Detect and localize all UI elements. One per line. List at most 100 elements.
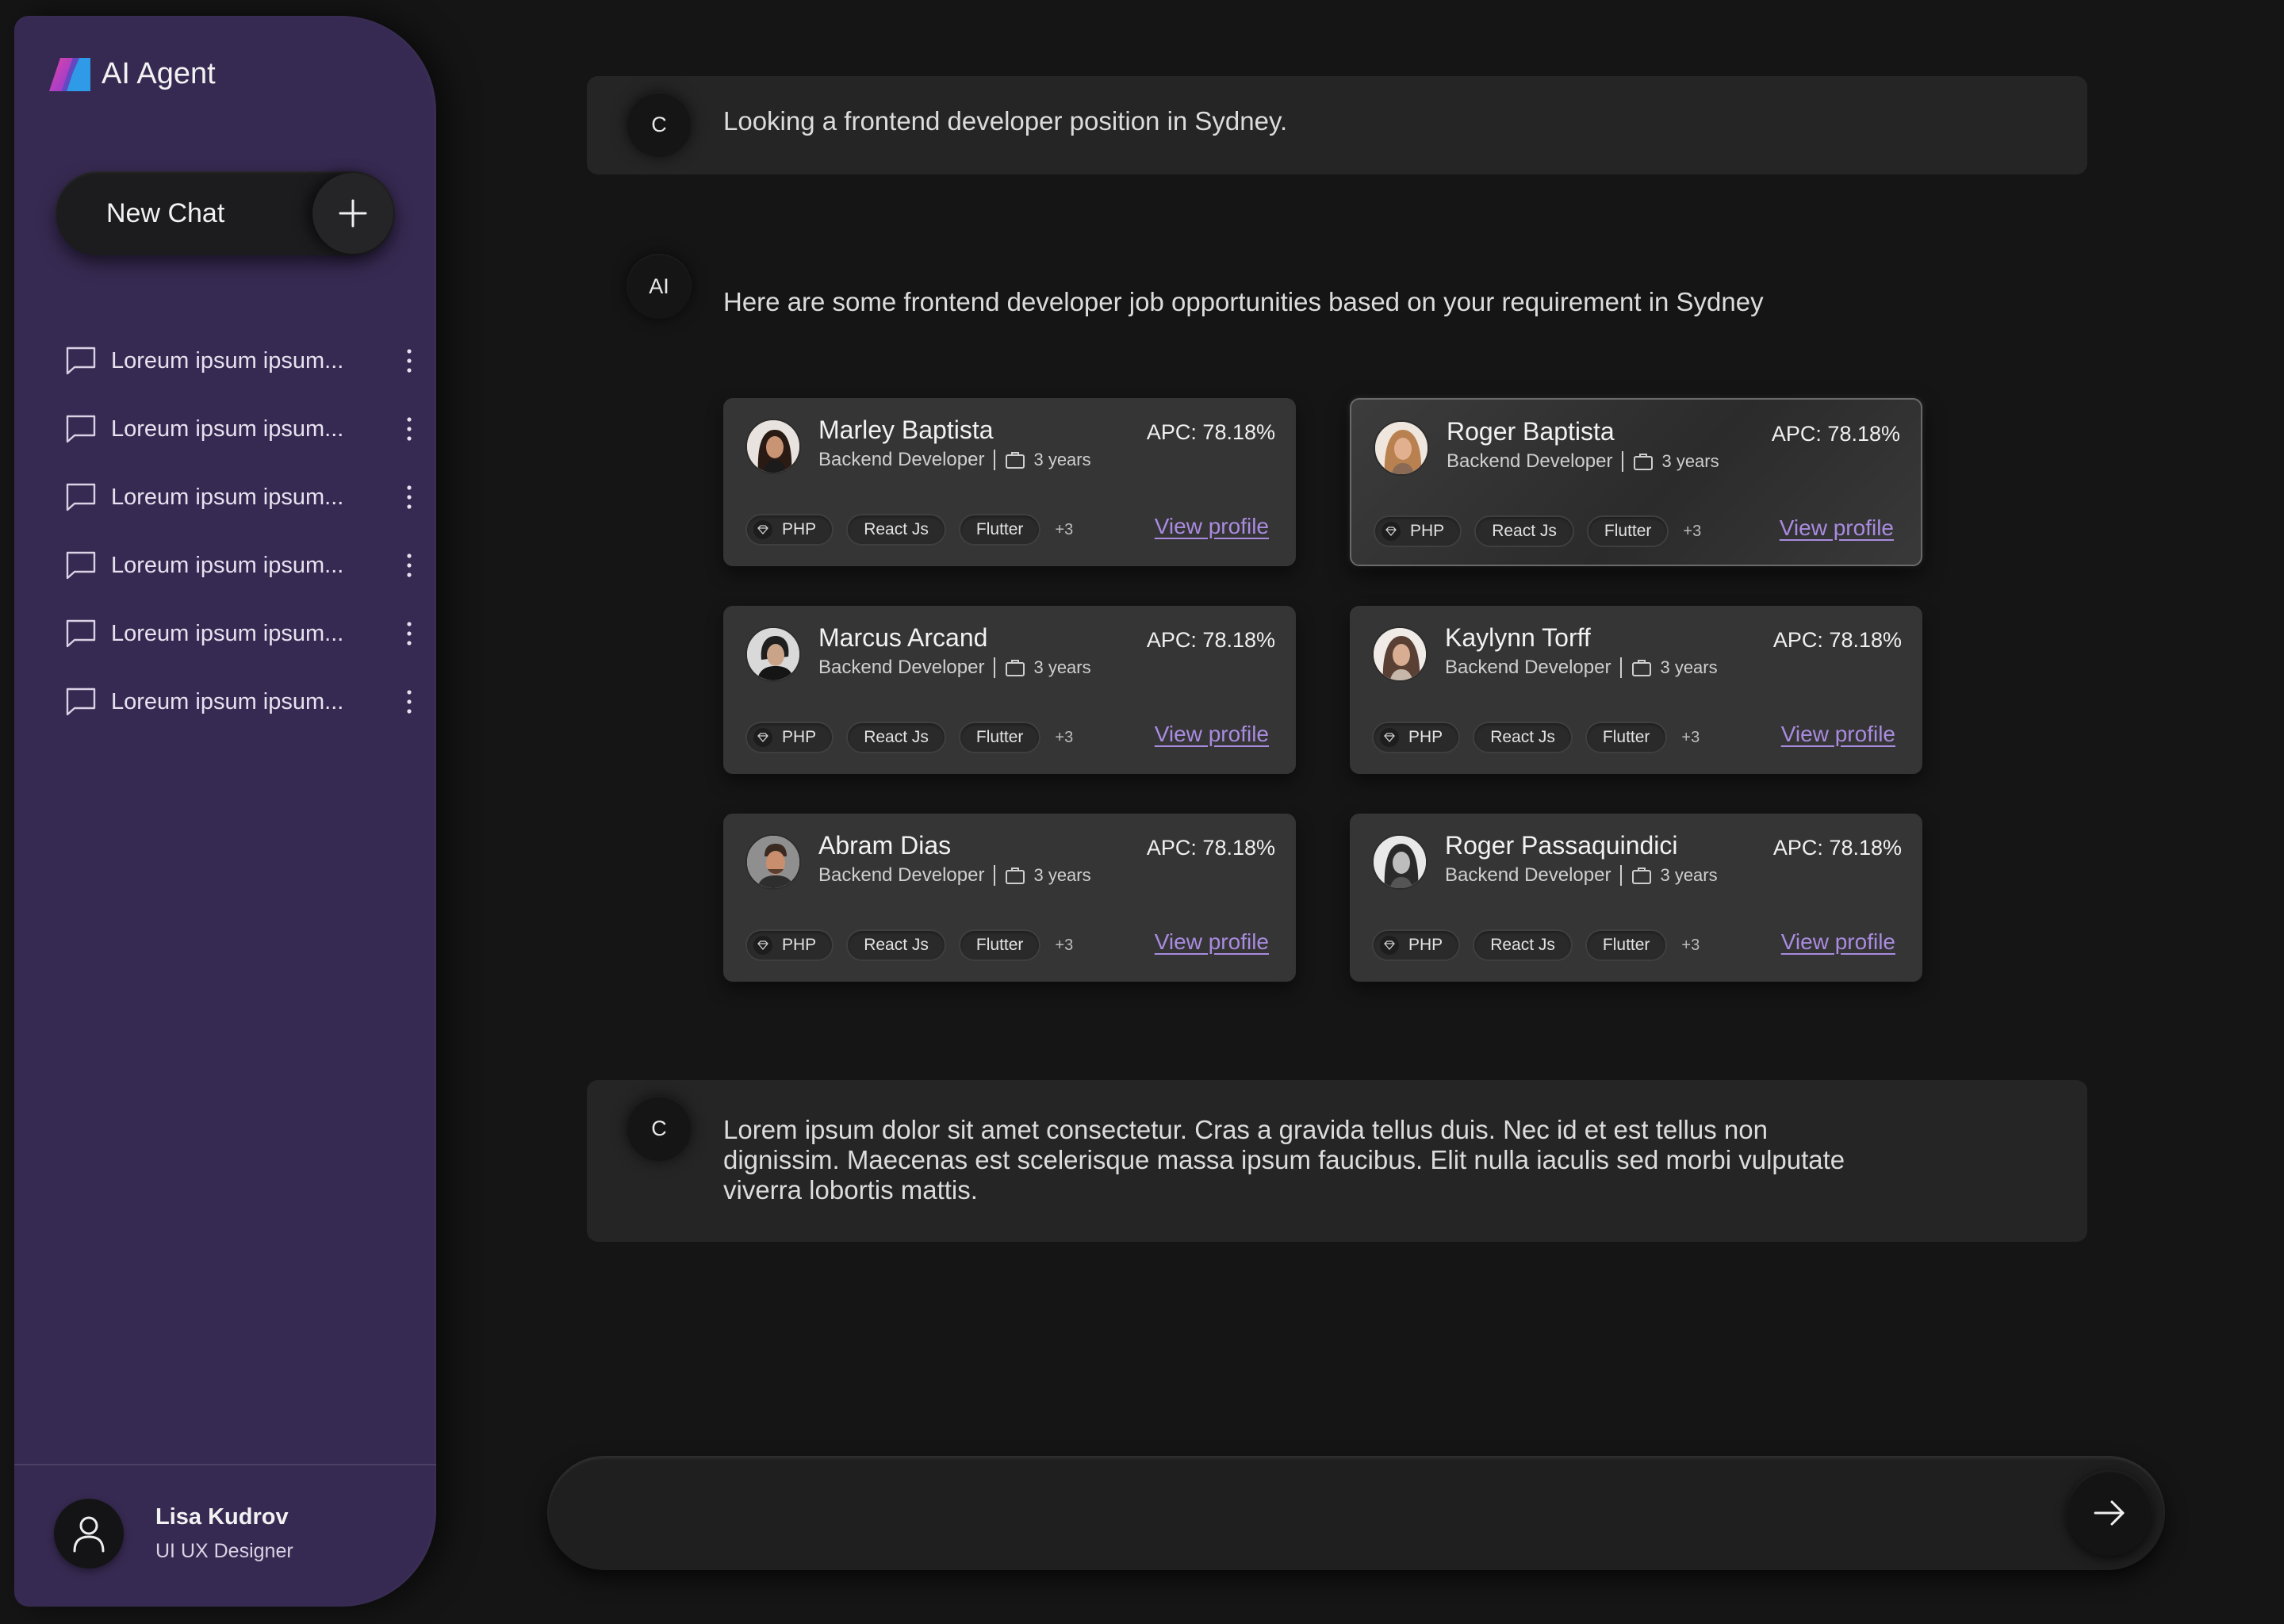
skill-tag[interactable]: PHP (745, 722, 834, 753)
more-vertical-icon[interactable] (397, 412, 422, 446)
candidate-apc: APC: 78.18% (1771, 422, 1900, 446)
skill-tag-label: React Js (864, 936, 929, 954)
candidate-card[interactable]: Marley Baptista Backend Developer 3 year… (723, 398, 1296, 566)
candidate-card[interactable]: Marcus Arcand Backend Developer 3 years … (723, 606, 1296, 774)
skill-tag-label: React Js (864, 520, 929, 538)
candidate-role: Backend Developer (1445, 864, 1611, 886)
skill-tag-label: PHP (782, 728, 817, 746)
candidate-experience: 3 years (1661, 451, 1719, 471)
view-profile-link[interactable]: View profile (1780, 515, 1894, 541)
skill-tag-label: React Js (1490, 936, 1555, 954)
skill-tag-label: Flutter (1604, 522, 1652, 540)
view-profile-link[interactable]: View profile (1155, 514, 1269, 539)
candidate-meta: Backend Developer 3 years (1445, 657, 1718, 679)
candidate-apc: APC: 78.18% (1146, 836, 1275, 860)
candidate-meta: Backend Developer 3 years (1445, 864, 1718, 887)
sidebar: AI Agent New Chat Loreum ipsum ipsum... … (14, 16, 436, 1607)
skill-tag[interactable]: Flutter (958, 929, 1041, 961)
skill-tag[interactable]: PHP (1372, 929, 1461, 961)
chat-bubble-icon (66, 347, 96, 375)
chat-history-item[interactable]: Loreum ipsum ipsum... (49, 668, 422, 736)
view-profile-link[interactable]: View profile (1155, 722, 1269, 747)
ai-message: AI Here are some frontend developer job … (587, 254, 2087, 349)
skill-tag-label: Flutter (975, 728, 1024, 746)
skill-tag[interactable]: React Js (1474, 515, 1574, 547)
more-vertical-icon[interactable] (397, 684, 422, 719)
skill-tag-label: Flutter (975, 520, 1024, 538)
app-logo-icon (49, 57, 90, 91)
briefcase-icon (1632, 660, 1652, 676)
candidate-avatar (1372, 834, 1428, 890)
skill-tag[interactable]: React Js (846, 514, 946, 546)
skill-tag[interactable]: Flutter (1586, 515, 1669, 547)
skill-tags: PHP React Js Flutter +3 (1372, 722, 1700, 753)
new-chat-button[interactable]: New Chat (56, 171, 395, 255)
skill-tag[interactable]: Flutter (958, 722, 1041, 753)
candidate-experience: 3 years (1033, 865, 1091, 885)
view-profile-link[interactable]: View profile (1781, 929, 1895, 955)
skill-tag[interactable]: Flutter (1585, 929, 1668, 961)
skill-tag[interactable]: PHP (1372, 722, 1461, 753)
meta-divider (994, 865, 996, 886)
arrow-right-icon (2094, 1500, 2125, 1526)
user-message: C Looking a frontend developer position … (587, 76, 2087, 174)
chat-history-item[interactable]: Loreum ipsum ipsum... (49, 395, 422, 463)
view-profile-link[interactable]: View profile (1155, 929, 1269, 955)
skill-tag[interactable]: React Js (1473, 929, 1573, 961)
skill-tag[interactable]: Flutter (1585, 722, 1668, 753)
chat-bubble-icon (66, 415, 96, 443)
candidate-card[interactable]: Abram Dias Backend Developer 3 years APC… (723, 814, 1296, 982)
candidate-avatar (745, 626, 801, 682)
candidate-name: Roger Baptista (1447, 417, 1615, 446)
candidate-name: Abram Dias (818, 831, 952, 860)
candidate-card[interactable]: Roger Baptista Backend Developer 3 years… (1350, 398, 1922, 566)
plus-icon[interactable] (312, 173, 393, 254)
view-profile-link[interactable]: View profile (1781, 722, 1895, 747)
more-skills-count[interactable]: +3 (1055, 729, 1073, 747)
skill-tag[interactable]: PHP (1374, 515, 1462, 547)
candidate-avatar (1374, 420, 1429, 476)
more-skills-count[interactable]: +3 (1683, 523, 1701, 541)
chat-input[interactable] (603, 1484, 2014, 1542)
skill-tag-label: Flutter (1602, 936, 1650, 954)
chat-bubble-icon (66, 551, 96, 580)
skill-tag[interactable]: PHP (745, 514, 834, 546)
more-vertical-icon[interactable] (397, 616, 422, 651)
skill-tag[interactable]: PHP (745, 929, 834, 961)
chat-history-item[interactable]: Loreum ipsum ipsum... (49, 327, 422, 395)
chat-history-item[interactable]: Loreum ipsum ipsum... (49, 599, 422, 668)
candidate-role: Backend Developer (1445, 657, 1611, 678)
more-vertical-icon[interactable] (397, 343, 422, 378)
chat-history-label: Loreum ipsum ipsum... (111, 688, 344, 714)
user-name: Lisa Kudrov (155, 1504, 289, 1530)
more-vertical-icon[interactable] (397, 548, 422, 583)
candidate-name: Marcus Arcand (818, 623, 988, 652)
skill-tag[interactable]: React Js (846, 929, 946, 961)
candidate-card[interactable]: Kaylynn Torff Backend Developer 3 years … (1350, 606, 1922, 774)
diamond-icon (753, 520, 772, 539)
candidate-apc: APC: 78.18% (1146, 628, 1275, 652)
candidate-experience: 3 years (1033, 657, 1091, 677)
diamond-icon (1380, 728, 1399, 747)
chat-history-label: Loreum ipsum ipsum... (111, 416, 344, 442)
chat-history-label: Loreum ipsum ipsum... (111, 552, 344, 578)
skill-tag[interactable]: Flutter (958, 514, 1041, 546)
chat-history-item[interactable]: Loreum ipsum ipsum... (49, 463, 422, 531)
brand[interactable]: AI Agent (49, 57, 216, 91)
chat-bubble-icon (66, 688, 96, 716)
skill-tag[interactable]: React Js (1473, 722, 1573, 753)
chat-history-item[interactable]: Loreum ipsum ipsum... (49, 531, 422, 599)
skill-tag-label: React Js (1492, 522, 1557, 540)
send-button[interactable] (2067, 1470, 2152, 1556)
message-text: Lorem ipsum dolor sit amet consectetur. … (723, 1115, 1845, 1205)
more-skills-count[interactable]: +3 (1681, 729, 1700, 747)
skill-tag[interactable]: React Js (846, 722, 946, 753)
skill-tag-label: React Js (864, 728, 929, 746)
more-skills-count[interactable]: +3 (1055, 521, 1073, 539)
more-skills-count[interactable]: +3 (1681, 936, 1700, 955)
more-skills-count[interactable]: +3 (1055, 936, 1073, 955)
more-vertical-icon[interactable] (397, 480, 422, 515)
user-profile[interactable]: Lisa Kudrov UI UX Designer (54, 1499, 293, 1568)
candidate-card[interactable]: Roger Passaquindici Backend Developer 3 … (1350, 814, 1922, 982)
meta-divider (1622, 451, 1624, 472)
